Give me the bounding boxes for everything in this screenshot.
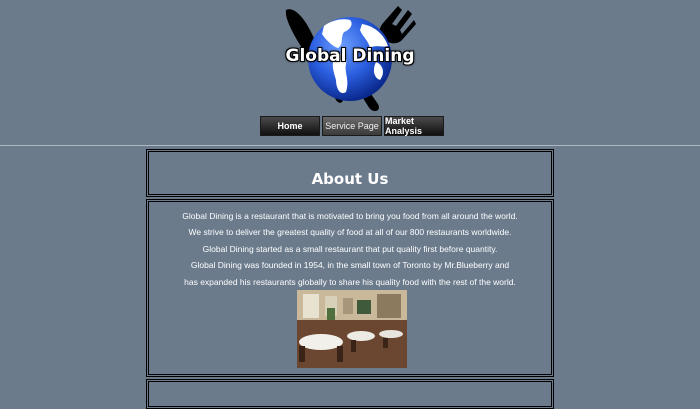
header-divider [0, 145, 700, 146]
about-line: Global Dining is a restaurant that is mo… [182, 211, 518, 221]
nav-home-button[interactable]: Home [260, 116, 320, 136]
about-line: Global Dining started as a small restaur… [202, 243, 498, 254]
restaurant-photo [297, 290, 407, 368]
main-nav: Home Service Page Market Analysis [260, 116, 446, 138]
about-content-box: Global Dining is a restaurant that is mo… [146, 199, 554, 377]
about-text: Global Dining is a restaurant that is mo… [149, 208, 551, 290]
nav-service-page-button[interactable]: Service Page [322, 116, 382, 136]
brand-title: Global Dining [285, 46, 415, 66]
logo: Global Dining [280, 4, 420, 114]
footer-box [146, 379, 554, 409]
about-line: Global Dining was founded in 1954, in th… [190, 260, 510, 271]
about-heading: About Us [311, 170, 389, 188]
about-heading-box: About Us [146, 149, 554, 197]
about-line: has expanded his restaurants globally to… [184, 276, 516, 287]
nav-market-analysis-button[interactable]: Market Analysis [384, 116, 444, 136]
about-line: We strive to deliver the greatest qualit… [188, 227, 512, 238]
